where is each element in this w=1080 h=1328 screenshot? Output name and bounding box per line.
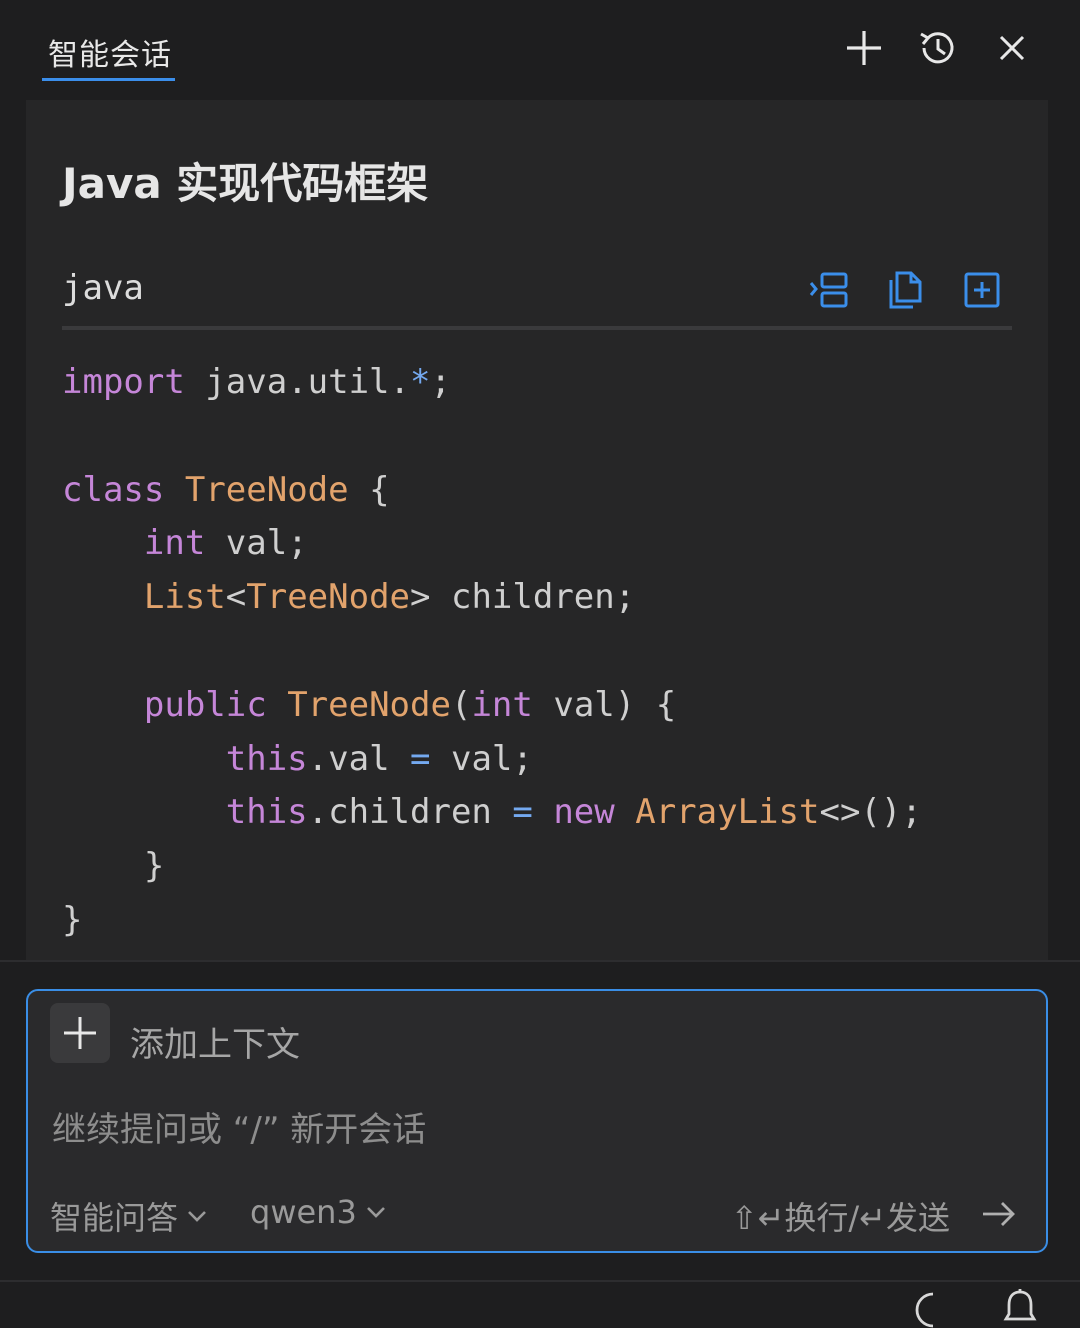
shortcut-hint: ⇧↵换行/↵发送 bbox=[730, 1199, 950, 1237]
code-line: } bbox=[62, 840, 922, 894]
code-token: public bbox=[143, 684, 267, 725]
plus-icon bbox=[64, 1017, 96, 1049]
active-tab-indicator bbox=[42, 78, 175, 81]
code-token: this bbox=[225, 792, 308, 833]
code-actions bbox=[808, 268, 1004, 312]
code-token: ArrayList bbox=[635, 792, 820, 833]
chat-composer: 添加上下文 智能问答 qwen3 ⇧↵换行/↵发送 bbox=[26, 989, 1048, 1253]
code-token: { bbox=[348, 469, 390, 510]
code-token: .val bbox=[307, 738, 411, 779]
code-line: import java.util.*; bbox=[62, 356, 922, 410]
status-bar bbox=[0, 1280, 1080, 1328]
code-token: this bbox=[225, 738, 308, 779]
code-line: List<TreeNode> children; bbox=[62, 571, 922, 625]
code-token: = bbox=[410, 738, 431, 779]
code-line: public TreeNode(int val) { bbox=[62, 679, 922, 733]
bell-icon[interactable] bbox=[1000, 1288, 1040, 1328]
panel-header: 智能会话 bbox=[0, 0, 1080, 98]
insert-icon[interactable] bbox=[808, 268, 852, 312]
code-token: <>(); bbox=[819, 792, 922, 833]
divider bbox=[0, 960, 1080, 962]
copy-icon[interactable] bbox=[884, 268, 928, 312]
code-token: TreeNode bbox=[287, 684, 451, 725]
response-title: Java 实现代码框架 bbox=[62, 159, 429, 208]
code-token: java.util. bbox=[184, 362, 410, 402]
model-label: qwen3 bbox=[250, 1193, 357, 1231]
mode-select[interactable]: 智能问答 bbox=[50, 1193, 208, 1239]
moon-icon[interactable] bbox=[908, 1288, 948, 1328]
code-token: > children; bbox=[410, 577, 636, 618]
code-language-label: java bbox=[62, 268, 144, 308]
code-token: List bbox=[143, 577, 226, 618]
add-context-button[interactable] bbox=[50, 1003, 110, 1063]
chat-response: Java 实现代码框架 java import java.util.*; cla… bbox=[26, 100, 1048, 960]
add-icon[interactable] bbox=[842, 24, 886, 72]
code-token: < bbox=[225, 577, 247, 618]
header-actions bbox=[842, 24, 1034, 72]
add-context-label[interactable]: 添加上下文 bbox=[130, 1017, 300, 1066]
tab-smart-chat[interactable]: 智能会话 bbox=[48, 30, 172, 74]
prompt-input[interactable] bbox=[50, 1105, 1010, 1155]
code-line: } bbox=[62, 894, 922, 948]
code-token: TreeNode bbox=[184, 469, 349, 510]
arrow-right-icon bbox=[983, 1202, 1015, 1226]
code-block-body: import java.util.*; class TreeNode { int… bbox=[62, 356, 922, 948]
code-token: int bbox=[143, 523, 206, 564]
send-button[interactable] bbox=[974, 1189, 1024, 1239]
code-token: TreeNode bbox=[246, 577, 411, 618]
new-file-icon[interactable] bbox=[960, 268, 1004, 312]
code-token: } bbox=[62, 899, 83, 940]
code-token: class bbox=[62, 469, 165, 510]
code-line: class TreeNode { bbox=[62, 464, 922, 518]
history-icon[interactable] bbox=[916, 24, 960, 72]
code-line: int val; bbox=[62, 517, 922, 571]
code-token: import bbox=[62, 362, 185, 402]
code-token: * bbox=[410, 362, 431, 402]
code-token: .children bbox=[307, 792, 513, 833]
code-token: val; bbox=[205, 523, 308, 564]
code-token: = bbox=[512, 792, 533, 833]
code-token: ; bbox=[430, 362, 451, 402]
composer-toolbar: 智能问答 qwen3 ⇧↵换行/↵发送 bbox=[50, 1189, 1026, 1239]
code-token: val; bbox=[430, 738, 533, 779]
code-token: int bbox=[471, 684, 533, 725]
model-select[interactable]: qwen3 bbox=[250, 1193, 387, 1231]
close-icon[interactable] bbox=[990, 24, 1034, 72]
code-line: this.val = val; bbox=[62, 733, 922, 787]
chevron-down-icon bbox=[366, 1207, 385, 1218]
code-block-header: java bbox=[62, 248, 1012, 330]
code-line: this.children = new ArrayList<>(); bbox=[62, 786, 922, 840]
chevron-down-icon bbox=[188, 1211, 206, 1222]
code-token: new bbox=[553, 792, 615, 833]
code-token: ( bbox=[450, 684, 472, 725]
mode-label: 智能问答 bbox=[50, 1199, 179, 1237]
code-token: val) { bbox=[532, 684, 677, 725]
code-token: } bbox=[62, 846, 165, 887]
